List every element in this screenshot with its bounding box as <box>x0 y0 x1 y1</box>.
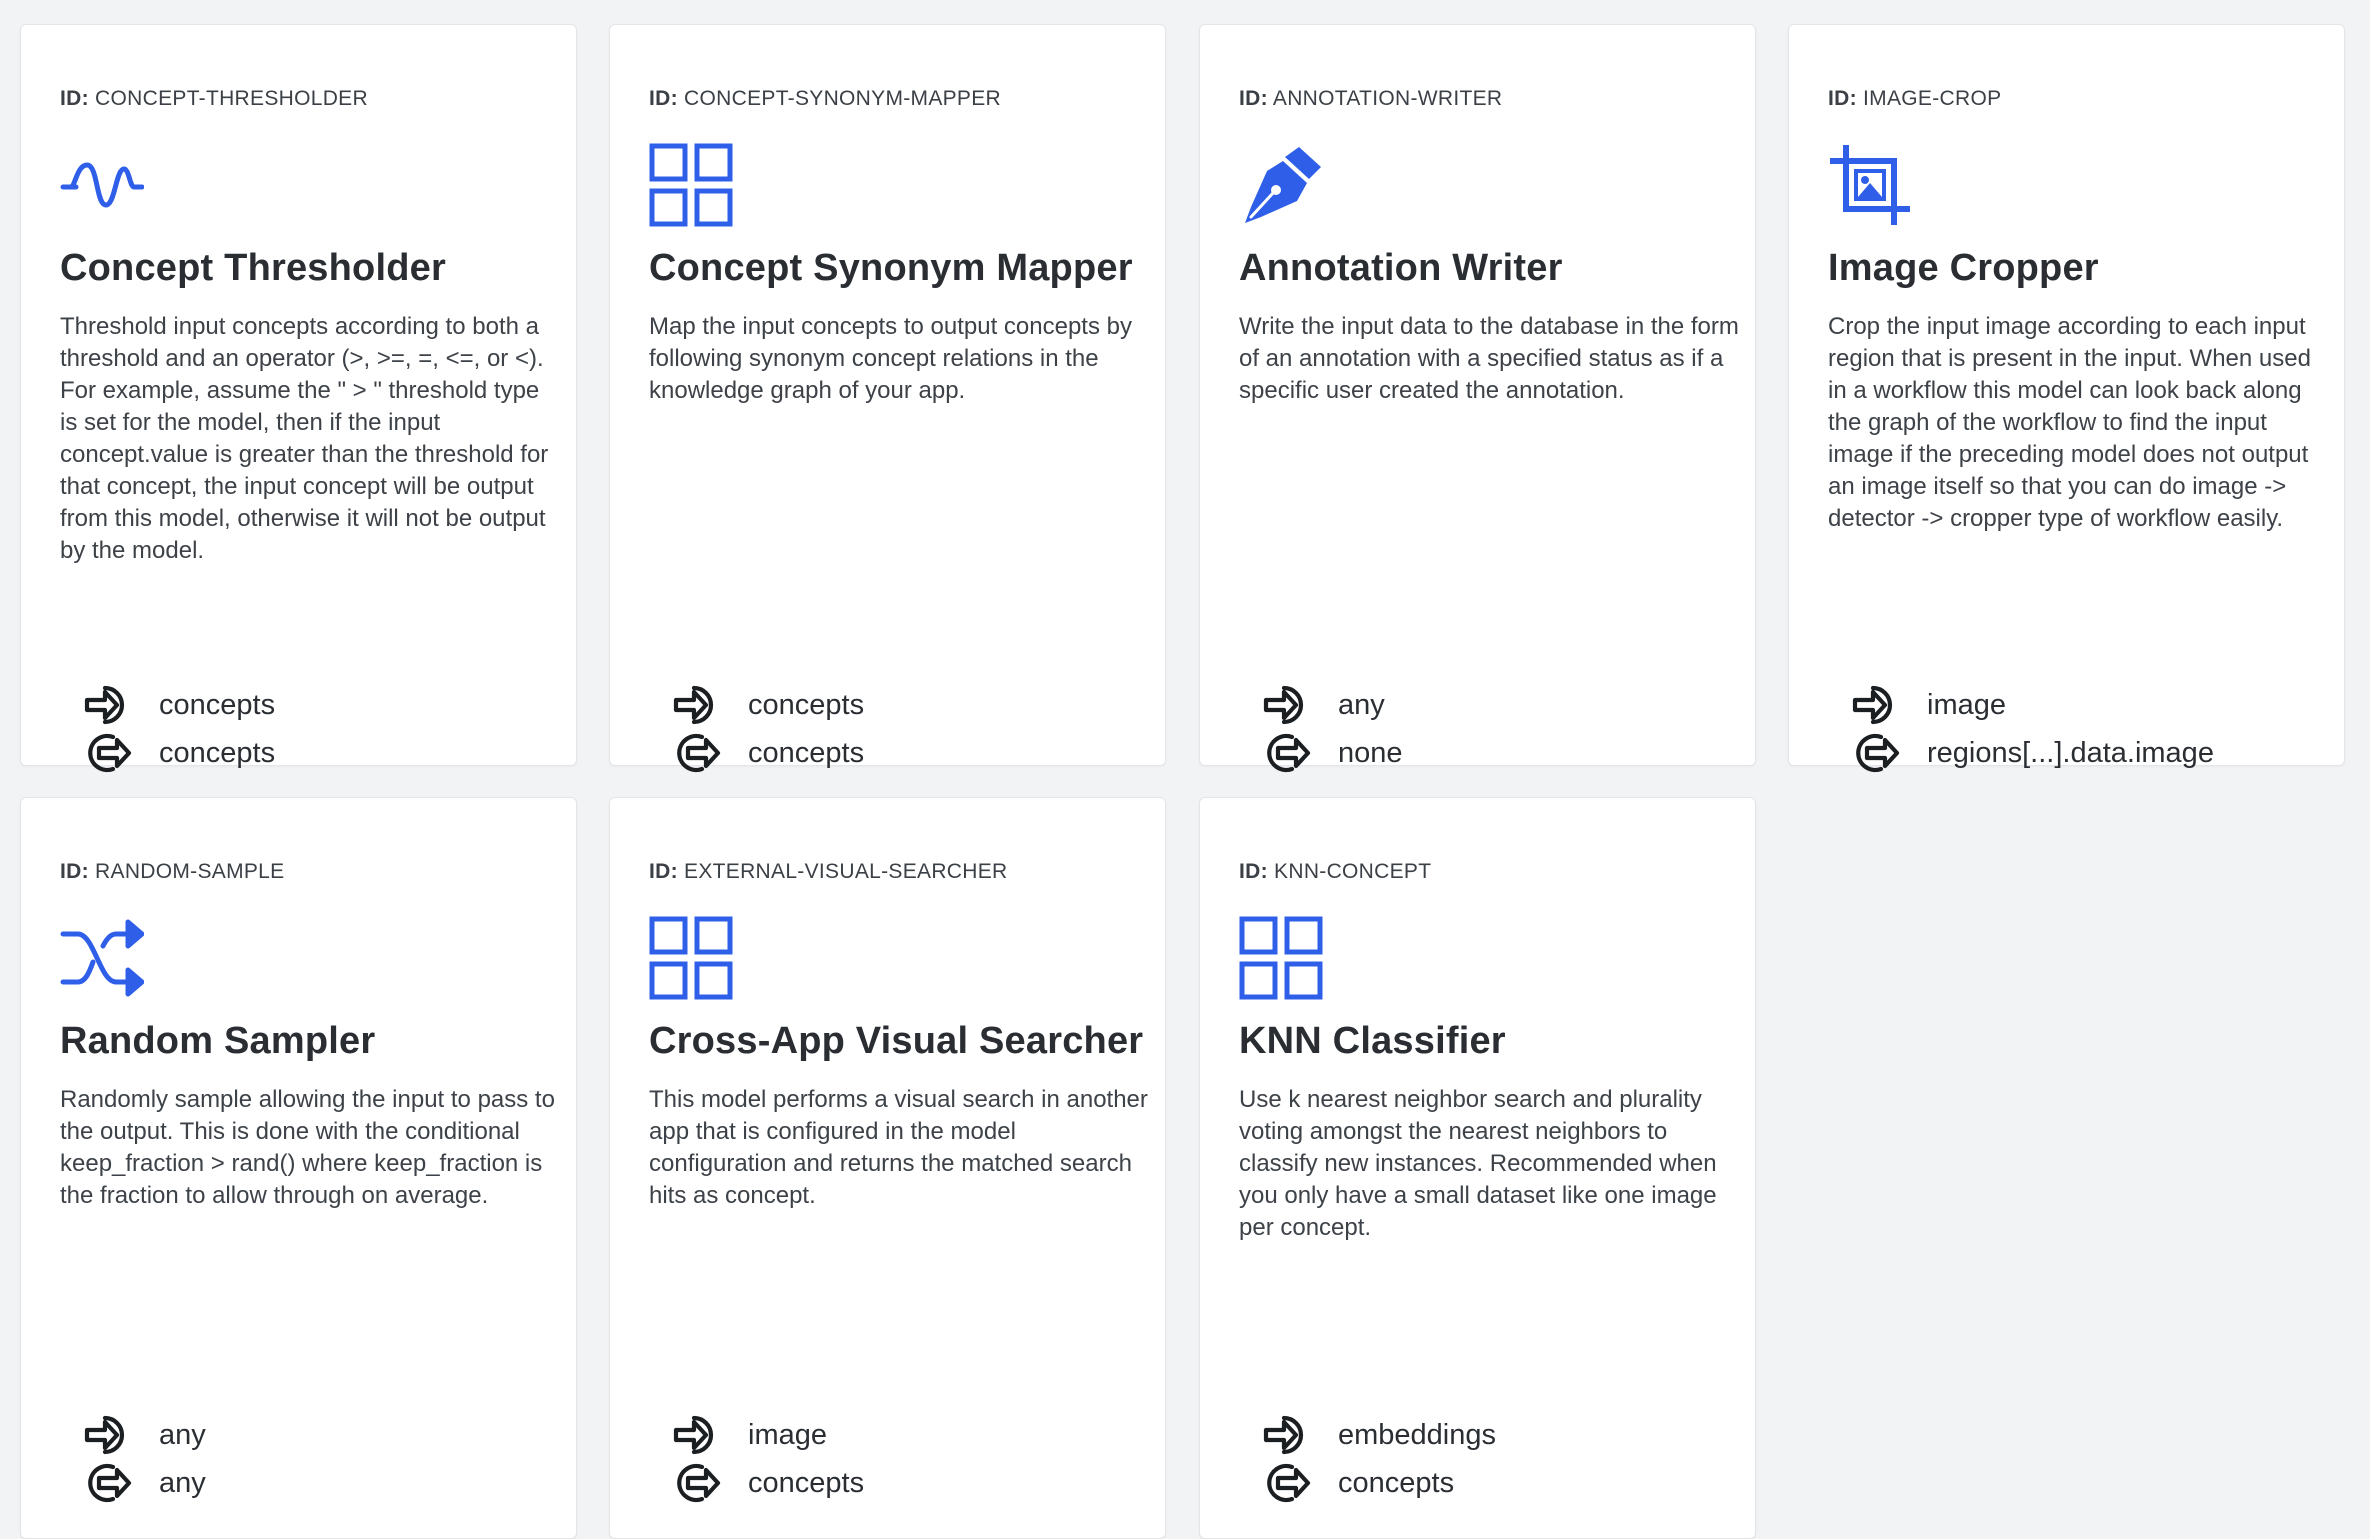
model-card-grid: ID: CONCEPT-THRESHOLDER Concept Threshol… <box>0 0 2370 1539</box>
input-type-label: concepts <box>748 688 865 721</box>
grid-squares-icon <box>649 143 733 227</box>
card-id-value: ANNOTATION-WRITER <box>1272 87 1503 110</box>
card-title: Concept Thresholder <box>60 247 446 289</box>
input-type: any <box>83 1412 206 1458</box>
card-id-value: KNN-CONCEPT <box>1274 860 1432 883</box>
output-arrow-icon <box>83 1460 135 1506</box>
input-arrow-icon <box>83 682 135 728</box>
card-id: ID: KNN-CONCEPT <box>1239 860 1431 884</box>
output-arrow-icon <box>1262 1460 1314 1506</box>
card-id: ID: CONCEPT-THRESHOLDER <box>60 87 368 111</box>
input-arrow-icon <box>672 1412 724 1458</box>
output-type-label: regions[...].data.image <box>1927 736 2214 769</box>
id-label: ID: <box>649 860 678 883</box>
model-card-concept-synonym-mapper[interactable]: ID: CONCEPT-SYNONYM-MAPPER Concept Synon… <box>609 24 1166 773</box>
card-description: Threshold input concepts according to bo… <box>60 313 549 564</box>
id-label: ID: <box>60 860 89 883</box>
id-label: ID: <box>1239 860 1268 883</box>
input-type: image <box>1851 682 2006 728</box>
card-title: Concept Synonym Mapper <box>649 247 1133 289</box>
model-card-concept-thresholder[interactable]: ID: CONCEPT-THRESHOLDER Concept Threshol… <box>20 24 577 773</box>
card-description: This model performs a visual search in a… <box>649 1086 1148 1209</box>
crop-image-icon <box>1828 143 1912 227</box>
input-type-label: concepts <box>159 688 276 721</box>
pen-nib-icon <box>1239 143 1323 227</box>
output-type: concepts <box>672 1460 864 1506</box>
card-id-value: IMAGE-CROP <box>1863 87 2002 110</box>
card-title: Image Cropper <box>1828 247 2099 289</box>
output-type: regions[...].data.image <box>1851 730 2214 776</box>
card-id: ID: RANDOM-SAMPLE <box>60 860 284 884</box>
input-arrow-icon <box>672 682 724 728</box>
id-label: ID: <box>1828 87 1857 110</box>
card-description: Crop the input image according to each i… <box>1828 313 2311 532</box>
output-type-label: none <box>1338 736 1403 769</box>
input-arrow-icon <box>83 1412 135 1458</box>
input-type: embeddings <box>1262 1412 1496 1458</box>
card-description: Use k nearest neighbor search and plural… <box>1239 1086 1717 1241</box>
threshold-wave-icon <box>60 143 144 227</box>
card-id-value: RANDOM-SAMPLE <box>95 860 285 883</box>
grid-squares-icon <box>649 916 733 1000</box>
input-type-label: any <box>1338 688 1385 721</box>
output-type: any <box>83 1460 206 1506</box>
output-type-label: concepts <box>748 1466 865 1499</box>
output-arrow-icon <box>1262 730 1314 776</box>
input-type: concepts <box>672 682 864 728</box>
card-id: ID: ANNOTATION-WRITER <box>1239 87 1502 111</box>
output-arrow-icon <box>672 730 724 776</box>
input-type-label: image <box>748 1418 827 1451</box>
card-description: Randomly sample allowing the input to pa… <box>60 1086 555 1209</box>
output-type-label: concepts <box>1338 1466 1455 1499</box>
output-type: concepts <box>672 730 864 776</box>
grid-squares-icon <box>1239 916 1323 1000</box>
id-label: ID: <box>649 87 678 110</box>
input-type: image <box>672 1412 827 1458</box>
id-label: ID: <box>60 87 89 110</box>
input-type: any <box>1262 682 1385 728</box>
input-arrow-icon <box>1262 682 1314 728</box>
output-type-label: concepts <box>748 736 865 769</box>
card-title: Random Sampler <box>60 1020 376 1062</box>
output-arrow-icon <box>83 730 135 776</box>
output-arrow-icon <box>672 1460 724 1506</box>
input-type-label: image <box>1927 688 2006 721</box>
output-type: concepts <box>1262 1460 1454 1506</box>
shuffle-icon <box>60 916 144 1000</box>
output-type: concepts <box>83 730 275 776</box>
card-title: KNN Classifier <box>1239 1020 1506 1062</box>
model-card-annotation-writer[interactable]: ID: ANNOTATION-WRITER Annotation Writer … <box>1199 24 1756 773</box>
input-type-label: embeddings <box>1338 1418 1496 1451</box>
input-type-label: any <box>159 1418 206 1451</box>
input-type: concepts <box>83 682 275 728</box>
card-title: Annotation Writer <box>1239 247 1563 289</box>
input-arrow-icon <box>1262 1412 1314 1458</box>
card-description: Write the input data to the database in … <box>1239 313 1739 404</box>
id-label: ID: <box>1239 87 1268 110</box>
card-id: ID: EXTERNAL-VISUAL-SEARCHER <box>649 860 1008 884</box>
card-id-value: CONCEPT-SYNONYM-MAPPER <box>684 87 1002 110</box>
card-id-value: CONCEPT-THRESHOLDER <box>95 87 368 110</box>
card-id-value: EXTERNAL-VISUAL-SEARCHER <box>684 860 1008 883</box>
card-id: ID: IMAGE-CROP <box>1828 87 2001 111</box>
card-id: ID: CONCEPT-SYNONYM-MAPPER <box>649 87 1001 111</box>
card-description: Map the input concepts to output concept… <box>649 313 1132 404</box>
output-type-label: any <box>159 1466 206 1499</box>
card-title: Cross-App Visual Searcher <box>649 1020 1144 1062</box>
model-card-image-crop[interactable]: ID: IMAGE-CROP Image Cropper Crop the in… <box>1788 24 2345 773</box>
output-type: none <box>1262 730 1403 776</box>
output-arrow-icon <box>1851 730 1903 776</box>
input-arrow-icon <box>1851 682 1903 728</box>
output-type-label: concepts <box>159 736 276 769</box>
